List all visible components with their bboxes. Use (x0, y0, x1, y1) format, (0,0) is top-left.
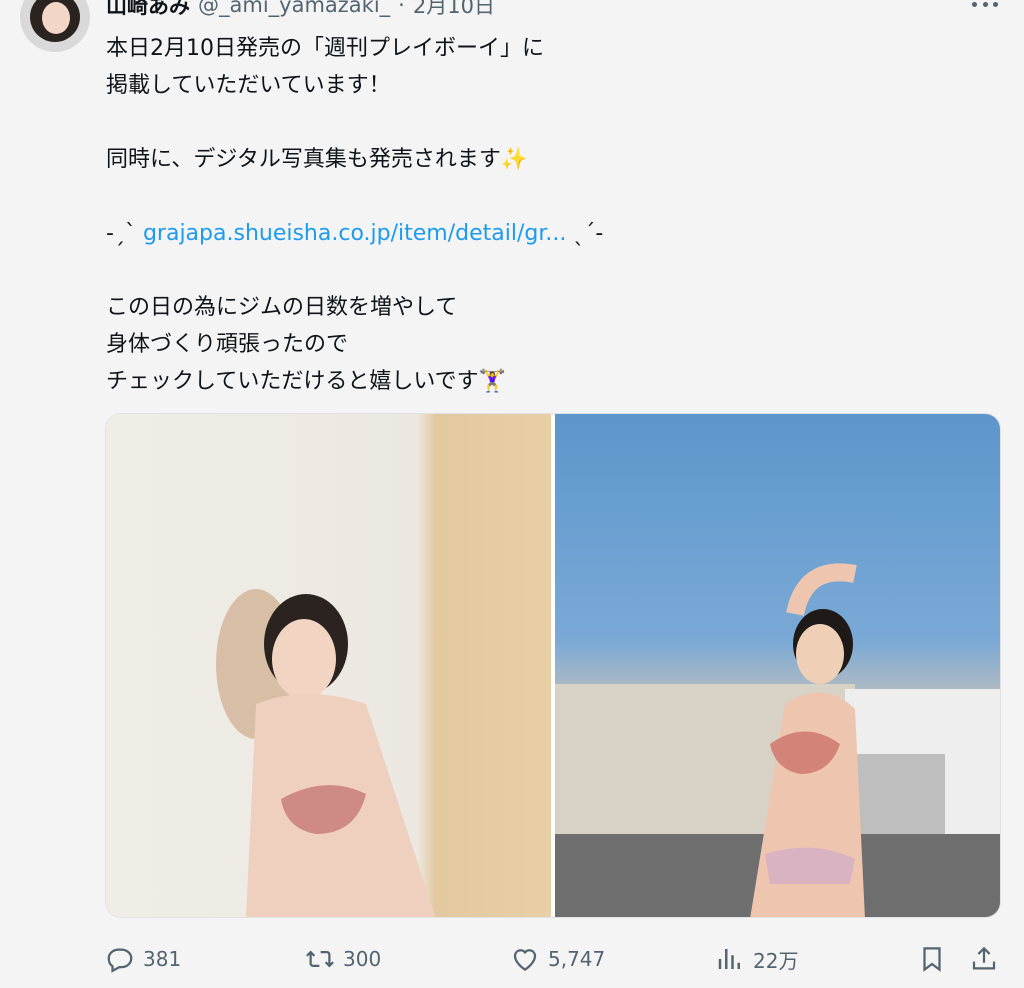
tweet-line: この日の為にジムの日数を増やして (106, 295, 458, 320)
retweet-count: 300 (343, 947, 382, 971)
reply-count: 381 (143, 947, 182, 971)
link-suffix: ˎˊ- (573, 221, 604, 246)
avatar[interactable] (20, 0, 90, 52)
tweet-line (106, 252, 986, 289)
photo-left-illustration (216, 589, 436, 917)
user-name[interactable]: 山崎あみ (106, 0, 190, 20)
heart-icon (513, 949, 537, 971)
bar-chart-icon (718, 949, 740, 969)
like-count: 5,747 (548, 947, 606, 971)
tweet-line (106, 178, 986, 215)
photo-right-illustration (555, 563, 1000, 917)
like-button[interactable]: 5,747 (510, 944, 605, 974)
photo-right[interactable] (555, 414, 1000, 917)
tweet[interactable]: 山崎あみ @_ami_yamazaki_ · 2月10日 本日2月10日発売の「… (0, 0, 1024, 988)
tweet-line: チェックしていただけると嬉しいです🏋️‍♀️ (106, 369, 507, 394)
speech-bubble-icon (107, 948, 133, 973)
tweet-header: 山崎あみ @_ami_yamazaki_ · 2月10日 (106, 0, 495, 18)
tweet-line: 掲載していただいています！ (106, 73, 391, 98)
tweet-line (106, 104, 986, 141)
tweet-line: 同時に、デジタル写真集も発売されます✨ (106, 147, 529, 172)
link-prefix: -ˏˋ (106, 221, 136, 246)
tweet-line: 身体づくり頑張ったので (106, 332, 349, 357)
dot (972, 1, 977, 7)
more-dots-icon[interactable] (970, 0, 1000, 14)
action-bar: 381 300 5,747 22万 (105, 940, 1001, 976)
share-button[interactable] (969, 944, 999, 974)
avatar-face (42, 2, 70, 34)
view-count: 22万 (753, 948, 799, 973)
share-upload-icon (972, 946, 996, 970)
user-handle[interactable]: @_ami_yamazaki_ (198, 0, 390, 17)
dot (982, 1, 988, 7)
reply-button[interactable]: 381 (105, 944, 181, 974)
retweet-arrows-icon (306, 950, 334, 968)
retweet-button[interactable]: 300 (305, 944, 381, 974)
photo-left[interactable] (106, 414, 551, 917)
link-line: -ˏˋ grajapa.shueisha.co.jp/item/detail/g… (106, 215, 986, 252)
dot (993, 1, 998, 7)
tweet-date[interactable]: 2月10日 (413, 0, 495, 20)
tweet-line: 本日2月10日発売の「週刊プレイボーイ」に (106, 36, 544, 61)
media-grid (105, 413, 1001, 918)
tweet-link[interactable]: grajapa.shueisha.co.jp/item/detail/gr... (143, 221, 566, 246)
views-button[interactable]: 22万 (715, 944, 798, 974)
bookmark-button[interactable] (917, 944, 947, 974)
tweet-text: 本日2月10日発売の「週刊プレイボーイ」に 掲載していただいています！ 同時に、… (106, 30, 986, 400)
bookmark-icon (923, 947, 941, 972)
separator-dot: · (398, 0, 405, 17)
